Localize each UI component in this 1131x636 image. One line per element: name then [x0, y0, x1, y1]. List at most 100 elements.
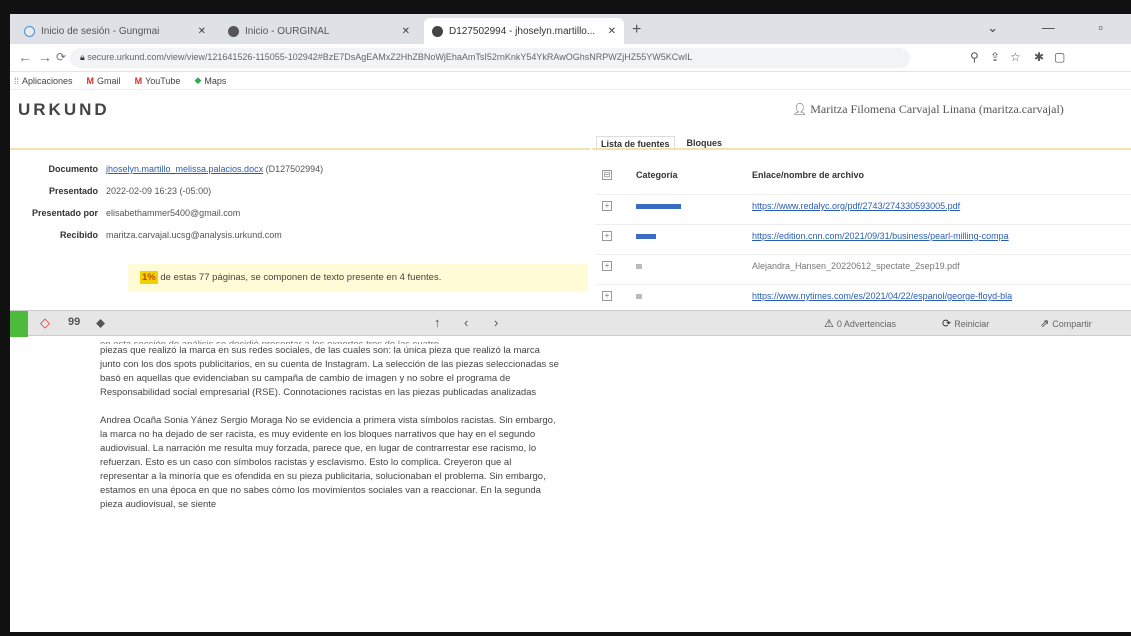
source-link[interactable]: https://edition.cnn.com/2021/09/31/busin… [752, 231, 1009, 241]
gmail-icon: M [86, 75, 95, 86]
up-arrow-icon[interactable]: ↑ [434, 315, 441, 330]
user-icon: 👤︎ [792, 102, 811, 116]
expand-icon[interactable]: + [602, 291, 612, 301]
bookmark-label: YouTube [145, 75, 181, 86]
url-text: secure.urkund.com/view/view/121641526-11… [87, 52, 693, 62]
presentado-por-label: Presentado por [31, 208, 98, 218]
user-info[interactable]: 👤︎ Maritza Filomena Carvajal Linana (mar… [792, 102, 1064, 117]
browser-window: Inicio de sesión - Gungmai ✕ Inicio - OU… [10, 14, 1131, 632]
window-controls[interactable]: ⌄ — ▫ [987, 20, 1123, 36]
address-row: ← → ⟳ 🔒︎ secure.urkund.com/view/view/121… [10, 44, 1131, 72]
presentado-value: 2022-02-09 16:23 (-05:00) [106, 186, 212, 196]
reset-button[interactable]: ⟳ Reiniciar [942, 317, 989, 330]
tab-title: D127502994 - jhoselyn.martillo... [449, 25, 596, 37]
app-header: URKUND 👤︎ Maritza Filomena Carvajal Lina… [10, 90, 1131, 151]
reload-icon[interactable]: ⟳ [56, 50, 66, 64]
bookmarks-bar: ⁞⁞ Aplicaciones M Gmail M YouTube ◆ Maps [10, 72, 1131, 90]
browser-tab-inicio[interactable]: Inicio - OURGINAL ✕ [220, 18, 418, 44]
bookmark-youtube[interactable]: M YouTube [135, 76, 181, 86]
warning-icon: ⚠ [824, 318, 837, 330]
bookmark-star-icon[interactable]: ☆ [1010, 50, 1021, 64]
tab-favicon-icon [24, 25, 35, 37]
bookmark-label: Gmail [97, 75, 121, 86]
presentado-label: Presentado [48, 186, 98, 196]
expand-icon[interactable]: + [602, 231, 612, 241]
urkund-logo: URKUND [18, 100, 110, 119]
tab-strip: Inicio de sesión - Gungmai ✕ Inicio - OU… [10, 14, 1131, 44]
new-tab-button[interactable]: + [632, 21, 641, 39]
close-tab-icon[interactable]: ✕ [402, 26, 410, 37]
presentado-por-value: elisabethammer5400@gmail.com [106, 208, 241, 218]
extensions-icon[interactable]: ✱ [1034, 50, 1044, 64]
bookmark-label: Maps [204, 75, 227, 86]
header-enlace[interactable]: Enlace/nombre de archivo [752, 170, 864, 180]
bookmark-gmail[interactable]: M Gmail [87, 76, 121, 86]
paragraph: piezas que realizó la marca en sus redes… [100, 345, 559, 398]
recibido-label: Recibido [59, 230, 98, 240]
sources-header-row: ⊟ Categoría Enlace/nombre de archivo [596, 164, 1131, 188]
expand-icon[interactable]: + [602, 201, 612, 211]
tab-title: Inicio - OURGINAL [245, 25, 330, 37]
match-bar [636, 294, 642, 299]
match-bar [636, 264, 642, 269]
address-bar[interactable]: 🔒︎ secure.urkund.com/view/view/121641526… [70, 48, 910, 68]
window-icon[interactable]: ▢ [1054, 50, 1065, 64]
next-icon[interactable]: › [494, 315, 498, 330]
share-button[interactable]: ⇗ Compartir [1040, 317, 1092, 330]
zoom-icon[interactable]: ⚲ [970, 50, 979, 64]
browser-tab-urkund[interactable]: D127502994 - jhoselyn.martillo... ✕ [424, 18, 624, 44]
match-bar [636, 204, 681, 209]
document-id: (D127502994) [265, 164, 324, 174]
documento-label: Documento [48, 164, 99, 174]
source-link[interactable]: https://www.redalyc.org/pdf/2743/2743305… [752, 201, 960, 211]
similarity-summary: 1% de estas 77 páginas, se componen de t… [128, 264, 588, 292]
warnings-label: 0 Advertencias [836, 319, 896, 329]
apps-grid-icon: ⁞⁞ [14, 75, 20, 86]
quote-icon[interactable]: 99 [68, 316, 80, 328]
bookmark-maps[interactable]: ◆ Maps [194, 75, 226, 86]
diamond-icon[interactable]: ◇ [40, 315, 50, 331]
source-row[interactable]: + Alejandra_Hansen_20220612_spectate_2se… [596, 254, 1131, 278]
warnings-button[interactable]: ⚠ 0 Advertencias [824, 317, 896, 330]
source-filename[interactable]: Alejandra_Hansen_20220612_spectate_2sep1… [752, 261, 960, 271]
header-divider [10, 148, 590, 150]
document-link[interactable]: jhoselyn.martillo_melissa.palacios.docx [106, 164, 263, 174]
match-bar [636, 234, 656, 239]
bookmark-apps[interactable]: ⁞⁞ Aplicaciones [14, 76, 73, 86]
tab-favicon-icon [432, 25, 443, 37]
source-row[interactable]: + https://edition.cnn.com/2021/09/31/bus… [596, 224, 1131, 248]
tab-title: Inicio de sesión - Gungmai [41, 25, 160, 37]
share-icon: ⇗ [1040, 318, 1053, 330]
highlight-toggle-button[interactable] [10, 311, 28, 337]
tab-favicon-icon [228, 25, 239, 37]
reset-icon: ⟳ [942, 318, 955, 330]
recibido-value: maritza.carvajal.ucsg@analysis.urkund.co… [106, 230, 282, 240]
youtube-icon: M [134, 75, 143, 86]
close-tab-icon[interactable]: ✕ [608, 26, 616, 37]
browser-tab-login[interactable]: Inicio de sesión - Gungmai ✕ [16, 18, 214, 44]
header-categoria[interactable]: Categoría [636, 170, 678, 180]
summary-text: de estas 77 páginas, se componen de text… [160, 272, 442, 283]
close-tab-icon[interactable]: ✕ [198, 26, 206, 37]
source-row[interactable]: + https://www.nytimes.com/es/2021/04/22/… [596, 284, 1131, 308]
document-text: en esta sección de análisis se decidió p… [100, 338, 560, 526]
prev-icon[interactable]: ‹ [464, 315, 468, 330]
maps-pin-icon: ◆ [194, 75, 202, 85]
source-row[interactable]: + https://www.redalyc.org/pdf/2743/27433… [596, 194, 1131, 218]
expand-icon[interactable]: + [602, 261, 612, 271]
expand-all-icon[interactable]: ⊟ [602, 170, 612, 180]
user-name: Maritza Filomena Carvajal Linana (maritz… [810, 102, 1064, 116]
forward-arrow-icon[interactable]: → [38, 49, 52, 65]
paragraph: Andrea Ocaña Sonia Yánez Sergio Moraga N… [100, 415, 556, 510]
similarity-percent: 1% [140, 271, 158, 284]
share-page-icon[interactable]: ⇪ [990, 50, 1000, 64]
tag-icon[interactable]: ⬥ [96, 315, 105, 331]
back-arrow-icon[interactable]: ← [18, 49, 32, 65]
monitor-frame: Inicio de sesión - Gungmai ✕ Inicio - OU… [0, 0, 1131, 636]
header-divider [592, 148, 1131, 150]
reset-label: Reiniciar [954, 319, 990, 329]
document-toolbar: ◇ 99 ⬥ ↑ ‹ › ⚠ 0 Advertencias ⟳ Reinicia… [10, 310, 1131, 337]
share-label: Compartir [1052, 319, 1092, 329]
bookmark-label: Aplicaciones [22, 75, 73, 86]
source-link[interactable]: https://www.nytimes.com/es/2021/04/22/es… [752, 291, 1012, 301]
